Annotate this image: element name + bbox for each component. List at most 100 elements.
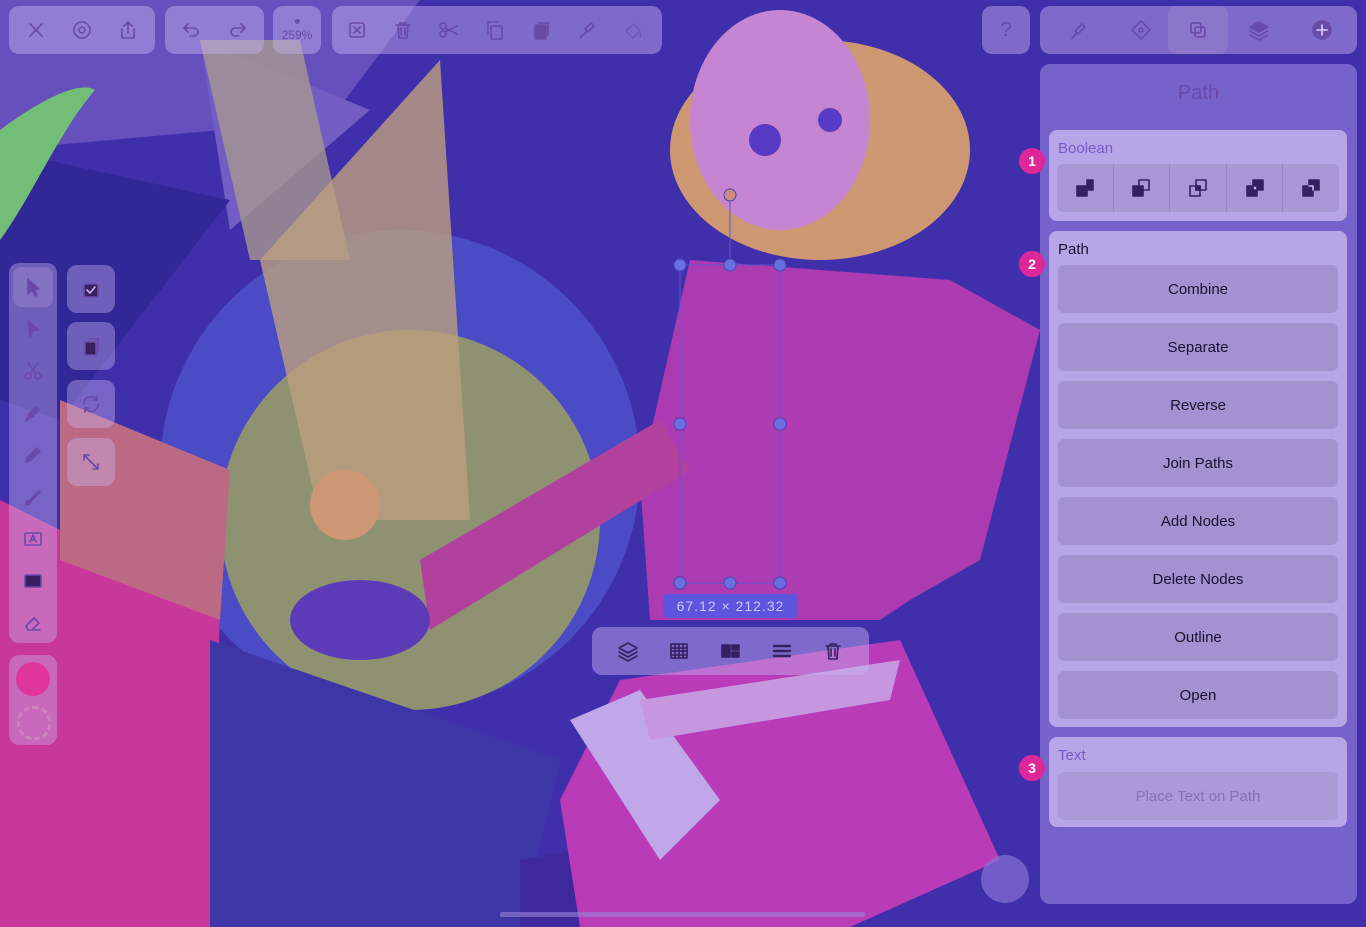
share-button[interactable] xyxy=(105,6,151,54)
tab-style[interactable] xyxy=(1048,6,1108,54)
zoom-readout: 259% xyxy=(274,6,320,54)
combine-button[interactable]: Combine xyxy=(1058,265,1338,313)
paste-style-button[interactable] xyxy=(564,6,610,54)
tool-scissors[interactable] xyxy=(9,351,57,391)
arrange-button[interactable] xyxy=(617,640,639,662)
checkbox-icon xyxy=(83,283,99,298)
checkerboard-icon xyxy=(670,643,688,659)
join-paths-button[interactable]: Join Paths xyxy=(1058,439,1338,487)
tab-path[interactable] xyxy=(1168,6,1228,54)
boolean-section: Boolean xyxy=(1049,130,1347,221)
duplicate-button[interactable] xyxy=(67,322,115,370)
intersect-button[interactable] xyxy=(1170,164,1227,212)
tool-text[interactable] xyxy=(9,519,57,559)
pen-icon xyxy=(25,406,40,422)
help-label: ? xyxy=(1000,18,1012,41)
context-delete-button[interactable] xyxy=(822,640,844,662)
node-arrow-icon xyxy=(27,320,40,338)
expand-icon xyxy=(83,454,99,470)
tool-eraser[interactable] xyxy=(9,603,57,643)
tool-brush[interactable] xyxy=(9,477,57,517)
align-blocks-icon xyxy=(721,644,741,658)
select-all-button[interactable] xyxy=(67,265,115,313)
plus-circle-icon xyxy=(1312,20,1332,40)
path-operations-icon xyxy=(1190,22,1206,38)
rotate-button[interactable] xyxy=(67,380,115,428)
stroke-color-well[interactable] xyxy=(17,706,51,740)
intersect-icon xyxy=(1189,179,1207,197)
brush-icon xyxy=(25,490,41,506)
pencil-icon xyxy=(25,447,41,463)
tool-pencil[interactable] xyxy=(9,435,57,475)
subtract-icon xyxy=(1132,179,1151,197)
boolean-label: Boolean xyxy=(1058,140,1114,157)
fill-button[interactable] xyxy=(610,6,656,54)
opacity-button[interactable] xyxy=(668,640,690,662)
cut-button[interactable] xyxy=(426,6,472,54)
tab-arrange[interactable] xyxy=(1111,6,1171,54)
copy-button[interactable] xyxy=(472,6,518,54)
tool-palette xyxy=(9,263,57,643)
close-button[interactable] xyxy=(13,6,59,54)
place-text-on-path-button[interactable]: Place Text on Path xyxy=(1058,772,1338,820)
selection-dimensions: 67.12 × 212.32 xyxy=(663,594,798,618)
duplicate-icon xyxy=(84,338,99,356)
deselect-button[interactable] xyxy=(334,6,380,54)
paste-button[interactable] xyxy=(518,6,564,54)
toolbar-panels-group xyxy=(1040,6,1357,54)
paint-bucket-icon xyxy=(625,23,642,39)
separate-button[interactable]: Separate xyxy=(1058,323,1338,371)
tool-select[interactable] xyxy=(13,267,53,307)
gear-icon xyxy=(73,21,91,39)
scissors-icon xyxy=(439,22,458,38)
reverse-button[interactable]: Reverse xyxy=(1058,381,1338,429)
redo-button[interactable] xyxy=(215,6,261,54)
union-button[interactable] xyxy=(1057,164,1114,212)
settings-button[interactable] xyxy=(59,6,105,54)
brush-style-icon xyxy=(579,22,595,39)
paste-icon xyxy=(534,22,549,40)
select-arrow-icon xyxy=(27,278,40,297)
fill-color-well[interactable] xyxy=(16,662,50,696)
path-panel: Path Boolean Path Combine Separate Rever… xyxy=(1040,64,1357,904)
transform-diamond-icon xyxy=(1131,20,1151,40)
brush-icon xyxy=(1071,23,1086,39)
text-label: Text xyxy=(1058,747,1086,764)
subtract-button[interactable] xyxy=(1114,164,1171,212)
tool-node[interactable] xyxy=(9,309,57,349)
color-wells xyxy=(9,655,57,745)
distribute-lines-icon xyxy=(772,644,792,658)
exclude-button[interactable] xyxy=(1227,164,1284,212)
add-nodes-button[interactable]: Add Nodes xyxy=(1058,497,1338,545)
trash-icon xyxy=(395,22,411,39)
align-button[interactable] xyxy=(719,640,741,662)
union-icon xyxy=(1075,179,1094,197)
panel-title: Path xyxy=(1177,82,1220,104)
delete-button[interactable] xyxy=(380,6,426,54)
path-label: Path xyxy=(1058,241,1089,258)
zoom-indicator[interactable]: 259% xyxy=(273,6,321,54)
outline-button[interactable]: Outline xyxy=(1058,613,1338,661)
tab-layers[interactable] xyxy=(1229,6,1289,54)
open-button[interactable]: Open xyxy=(1058,671,1338,719)
undo-button[interactable] xyxy=(168,6,214,54)
callout-badge-3: 3 xyxy=(1019,755,1045,781)
resize-button[interactable] xyxy=(67,438,115,486)
zoom-level: 259% xyxy=(281,27,313,42)
distribute-button[interactable] xyxy=(771,640,793,662)
divide-icon xyxy=(1302,179,1320,197)
toolbar-edit-group xyxy=(332,6,662,54)
layers-icon xyxy=(617,642,638,662)
text-icon xyxy=(24,532,42,546)
divide-button[interactable] xyxy=(1283,164,1339,212)
tool-pen[interactable] xyxy=(9,393,57,433)
trash-icon xyxy=(825,643,842,660)
scissors-icon xyxy=(24,362,42,380)
share-icon xyxy=(121,21,135,39)
exclude-icon xyxy=(1245,179,1264,197)
help-button[interactable]: ? xyxy=(982,6,1030,54)
delete-nodes-button[interactable]: Delete Nodes xyxy=(1058,555,1338,603)
tab-add[interactable] xyxy=(1292,6,1352,54)
tool-shape[interactable] xyxy=(9,561,57,601)
layers-icon xyxy=(1249,21,1269,41)
